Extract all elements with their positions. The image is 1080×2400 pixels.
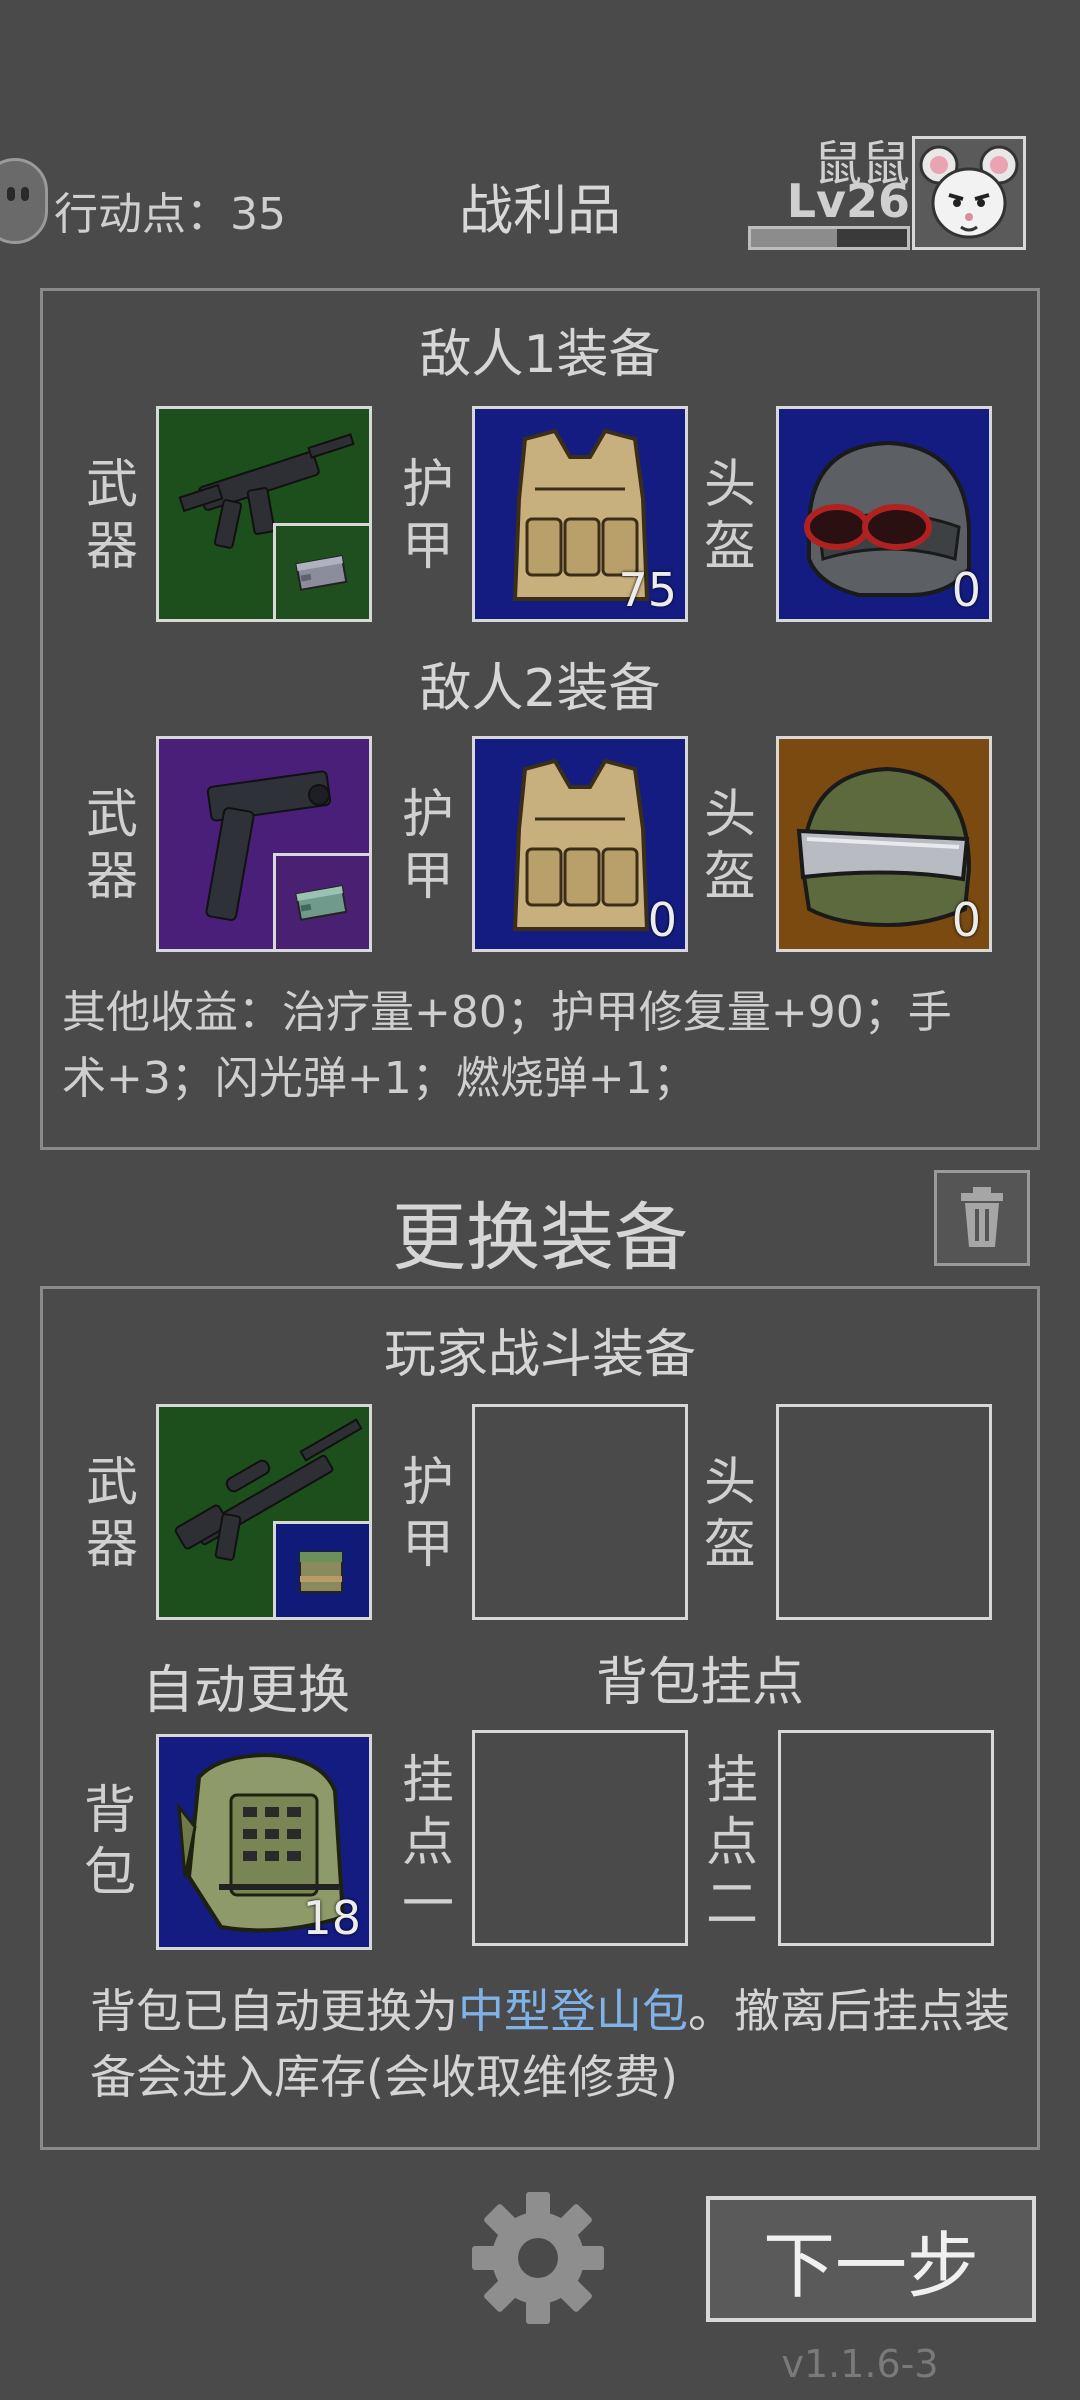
enemy2-weapon-slot[interactable] <box>156 736 372 952</box>
enemy2-title: 敌人2装备 <box>419 659 661 719</box>
backpack-mounts-title: 背包挂点 <box>595 1653 804 1713</box>
enemy2-armor-slot[interactable]: 0 <box>472 736 688 952</box>
ammo-icon <box>295 885 348 921</box>
mount1-slot[interactable] <box>472 1730 688 1946</box>
mount2-slot[interactable] <box>778 1730 994 1946</box>
action-points: 行动点：35 <box>54 189 286 240</box>
enemy1-helmet-slot[interactable]: 0 <box>776 406 992 622</box>
ammo-icon <box>295 555 348 591</box>
trash-icon <box>961 1187 1003 1247</box>
mount2-label: 挂点二 <box>705 1751 758 1935</box>
version-label: v1.1.6-3 <box>781 2342 939 2386</box>
enemy1-helmet-label: 头盔 <box>703 455 756 577</box>
player-helmet-slot[interactable] <box>776 1404 992 1620</box>
player-level: Lv26 <box>786 174 910 228</box>
backpack-note: 背包已自动更换为中型登山包。撤离后挂点装备会进入库存(会收取维修费) <box>90 1978 1020 2110</box>
enemy1-armor-slot[interactable]: 75 <box>472 406 688 622</box>
settings-button[interactable] <box>470 2190 606 2326</box>
player-armor-slot[interactable] <box>472 1404 688 1620</box>
page-title: 战利品 <box>459 179 621 242</box>
player-weapon-label: 武器 <box>85 1453 138 1575</box>
backpack-slot[interactable]: 18 <box>156 1734 372 1950</box>
note-prefix: 背包已自动更换为 <box>90 1984 458 2038</box>
enemy1-weapon-label: 武器 <box>85 455 138 577</box>
enemy2-helmet-slot[interactable]: 0 <box>776 736 992 952</box>
enemy2-weapon-label: 武器 <box>85 785 138 907</box>
enemy2-armor-count: 0 <box>647 893 677 947</box>
backpack-count: 18 <box>302 1891 361 1945</box>
mouse-avatar[interactable] <box>912 136 1026 250</box>
enemy1-armor-label: 护甲 <box>401 455 454 577</box>
backpack-label: 背包 <box>83 1781 136 1903</box>
player-title: 玩家战斗装备 <box>383 1325 696 1385</box>
enemy2-helmet-label: 头盔 <box>703 785 756 907</box>
xp-bar-fill <box>751 229 837 247</box>
ammo-slot <box>273 1521 369 1617</box>
enemy1-title: 敌人1装备 <box>419 325 661 385</box>
ammo-slot <box>273 523 369 619</box>
mount1-label: 挂点一 <box>401 1751 454 1935</box>
swap-title: 更换装备 <box>392 1195 688 1281</box>
player-weapon-slot[interactable] <box>156 1404 372 1620</box>
ammo-icon <box>299 1551 343 1593</box>
gear-icon <box>472 2192 604 2324</box>
trash-button[interactable] <box>934 1170 1030 1266</box>
enemy2-helmet-count: 0 <box>951 893 981 947</box>
enemy2-armor-label: 护甲 <box>401 785 454 907</box>
face-icon <box>0 158 48 244</box>
player-helmet-label: 头盔 <box>703 1453 756 1575</box>
auto-swap-label[interactable]: 自动更换 <box>126 1648 366 1723</box>
enemy1-helmet-count: 0 <box>951 563 981 617</box>
enemy1-weapon-slot[interactable] <box>156 406 372 622</box>
enemy1-armor-count: 75 <box>618 563 677 617</box>
ammo-slot <box>273 853 369 949</box>
next-button[interactable]: 下一步 <box>706 2196 1036 2322</box>
xp-bar <box>748 226 910 250</box>
backpack-link[interactable]: 中型登山包 <box>458 1984 688 2038</box>
next-button-label: 下一步 <box>762 2223 979 2308</box>
player-armor-label: 护甲 <box>401 1453 454 1575</box>
other-rewards: 其他收益：治疗量+80；护甲修复量+90；手术+3；闪光弹+1；燃烧弹+1； <box>62 987 952 1104</box>
